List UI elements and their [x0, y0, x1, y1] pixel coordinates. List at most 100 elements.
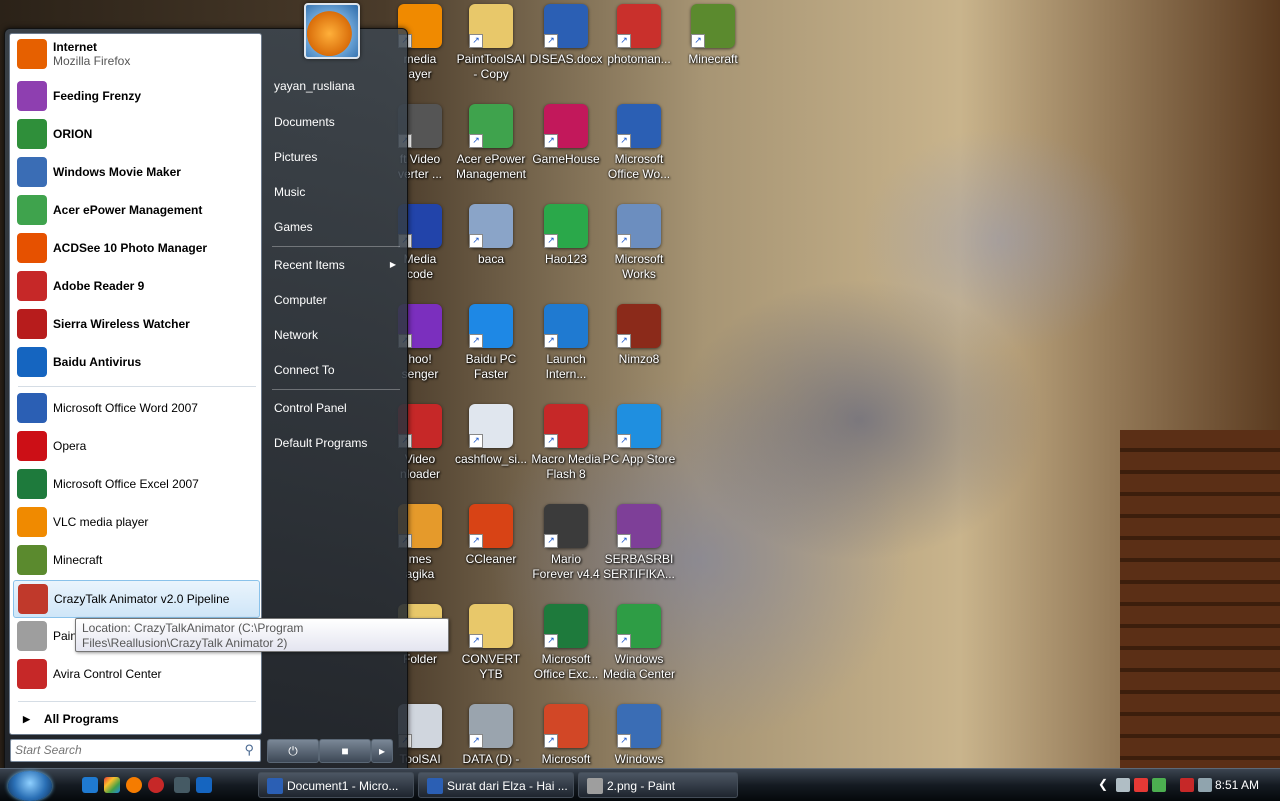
taskbar-button[interactable]: Document1 - Micro...: [258, 772, 414, 798]
desktop-icon[interactable]: ↗ Microsoft Office Exc...: [526, 604, 606, 682]
color-icon[interactable]: [104, 777, 120, 793]
recent-item[interactable]: Microsoft Office Word 2007: [13, 390, 258, 426]
desktop-icon[interactable]: ↗ baca: [451, 204, 531, 267]
search-icon[interactable]: ⚲: [244, 742, 254, 758]
recent-item[interactable]: VLC media player: [13, 504, 258, 540]
desktop-icon[interactable]: ↗ photoman...: [599, 4, 679, 67]
pinned-item[interactable]: Internet Mozilla Firefox: [13, 36, 258, 72]
pinned-item[interactable]: Sierra Wireless Watcher: [13, 306, 258, 342]
pinned-item[interactable]: Windows Movie Maker: [13, 154, 258, 190]
desktop-icon[interactable]: ↗ CCleaner: [451, 504, 531, 567]
desktop-icon-label: Windows Media Center: [602, 652, 676, 681]
recent-item[interactable]: Opera: [13, 428, 258, 464]
shortcut-arrow-icon: ↗: [469, 434, 483, 448]
desktop-icon[interactable]: ↗ SERBASRBI SERTIFIKA...: [599, 504, 679, 582]
desktop-icon[interactable]: ↗ Hao123: [526, 204, 606, 267]
desktop-icon[interactable]: ↗ Windows: [599, 704, 679, 767]
desktop-icon[interactable]: ↗ Minecraft: [673, 4, 753, 67]
desktop-icon[interactable]: ↗ DISEAS.docx: [526, 4, 606, 67]
desktop-icon[interactable]: ↗ Acer ePower Management: [451, 104, 531, 182]
desktop-icon[interactable]: ↗ Windows Media Center: [599, 604, 679, 682]
excel-icon: [17, 469, 47, 499]
pinned-item[interactable]: Feeding Frenzy: [13, 78, 258, 114]
desktop-icon[interactable]: ↗ Launch Intern...: [526, 304, 606, 382]
battery-icon[interactable]: [1152, 778, 1166, 792]
places-item-label: Music: [274, 185, 306, 199]
pinned-item-title: Sierra Wireless Watcher: [53, 317, 190, 331]
recent-item[interactable]: Avira Control Center: [13, 656, 258, 692]
works-icon: ↗: [617, 204, 661, 248]
start-menu: Internet Mozilla Firefox Feeding Frenzy ORI…: [4, 3, 408, 770]
word-doc-icon: ↗: [544, 4, 588, 48]
mario-icon: ↗: [544, 504, 588, 548]
movie-maker-icon: ↗: [617, 704, 661, 748]
all-programs-button[interactable]: ▶ All Programs: [13, 707, 258, 731]
switch-windows-icon[interactable]: [196, 777, 212, 793]
desktop-icon[interactable]: ↗ Baidu PC Faster: [451, 304, 531, 382]
minecraft-icon: [17, 545, 47, 575]
start-search-box[interactable]: ⚲: [10, 739, 261, 762]
shutdown-options-button[interactable]: ▸: [371, 739, 393, 763]
desktop-icon[interactable]: ↗ Mario Forever v4.4: [526, 504, 606, 582]
desktop-icon[interactable]: ↗ CONVERT YTB: [451, 604, 531, 682]
antivirus-icon[interactable]: [1134, 778, 1148, 792]
desktop-icon[interactable]: ↗ cashflow_si...: [451, 404, 531, 467]
taskbar-button[interactable]: Surat dari Elza - Hai ...: [418, 772, 574, 798]
hao123-icon: ↗: [544, 204, 588, 248]
media-icon[interactable]: [148, 777, 164, 793]
minecraft-icon: ↗: [691, 4, 735, 48]
pinned-item[interactable]: ORION: [13, 116, 258, 152]
excel-icon: ↗: [544, 604, 588, 648]
places-item[interactable]: Computer: [272, 286, 402, 314]
taskbar-button-label: Document1 - Micro...: [287, 779, 399, 793]
lock-button[interactable]: ■: [319, 739, 371, 763]
desktop-icon-label: Nimzo8: [618, 352, 660, 366]
places-item[interactable]: Music: [272, 178, 402, 206]
places-item[interactable]: Control Panel: [272, 394, 402, 422]
desktop-icon-label: photoman...: [607, 52, 671, 66]
desktop-icon[interactable]: ↗ PC App Store: [599, 404, 679, 467]
desktop-icon[interactable]: ↗ PaintToolSAI - Copy: [451, 4, 531, 82]
messenger-icon[interactable]: [126, 777, 142, 793]
recent-item[interactable]: CrazyTalk Animator v2.0 Pipeline: [13, 580, 260, 618]
places-item[interactable]: Documents: [272, 108, 402, 136]
places-item[interactable]: yayan_rusliana: [272, 72, 402, 100]
start-button[interactable]: [8, 771, 52, 801]
places-item[interactable]: Network: [272, 321, 402, 349]
pinned-item[interactable]: Adobe Reader 9: [13, 268, 258, 304]
desktop-icon[interactable]: ↗ DATA (D) -: [451, 704, 531, 767]
places-item[interactable]: Games: [272, 213, 402, 241]
desktop-icon[interactable]: ↗ Nimzo8: [599, 304, 679, 367]
places-item[interactable]: Pictures: [272, 143, 402, 171]
desktop-icon[interactable]: ↗ Microsoft Office Wo...: [599, 104, 679, 182]
start-search-input[interactable]: [11, 740, 231, 759]
places-item[interactable]: Recent Items ▶: [272, 251, 402, 279]
pinned-item[interactable]: Acer ePower Management: [13, 192, 258, 228]
desktop-icon-label: cashflow_si...: [454, 452, 528, 466]
desktop-icon[interactable]: ↗ Microsoft: [526, 704, 606, 767]
ie-icon[interactable]: [82, 777, 98, 793]
network-icon[interactable]: [1116, 778, 1130, 792]
places-item[interactable]: Connect To: [272, 356, 402, 384]
places-item-label: Control Panel: [274, 401, 347, 415]
pinned-item[interactable]: Baidu Antivirus: [13, 344, 258, 380]
chevron-left-icon[interactable]: ❮: [1098, 777, 1108, 791]
arrow-right-icon: ▸: [378, 744, 386, 758]
show-desktop-icon[interactable]: [174, 777, 190, 793]
desktop-icon[interactable]: ↗ Microsoft Works: [599, 204, 679, 282]
pinned-item[interactable]: ACDSee 10 Photo Manager: [13, 230, 258, 266]
recent-item-title: Microsoft Office Word 2007: [53, 401, 198, 415]
desktop-icon[interactable]: ↗ Macro Media Flash 8: [526, 404, 606, 482]
power-button[interactable]: ⏻: [267, 739, 319, 763]
taskbar-button[interactable]: 2.png - Paint: [578, 772, 738, 798]
desktop-icon[interactable]: ↗ GameHouse: [526, 104, 606, 167]
desktop-icon-label: Microsoft Office Wo...: [607, 152, 671, 181]
volume-icon[interactable]: [1198, 778, 1212, 792]
places-item[interactable]: Default Programs: [272, 429, 402, 457]
recent-item[interactable]: Microsoft Office Excel 2007: [13, 466, 258, 502]
recent-item-title: Opera: [53, 439, 87, 453]
cd-icon: ↗: [469, 204, 513, 248]
recent-item[interactable]: Minecraft: [13, 542, 258, 578]
avira-icon[interactable]: [1180, 778, 1194, 792]
clock[interactable]: 8:51 AM: [1215, 769, 1259, 801]
